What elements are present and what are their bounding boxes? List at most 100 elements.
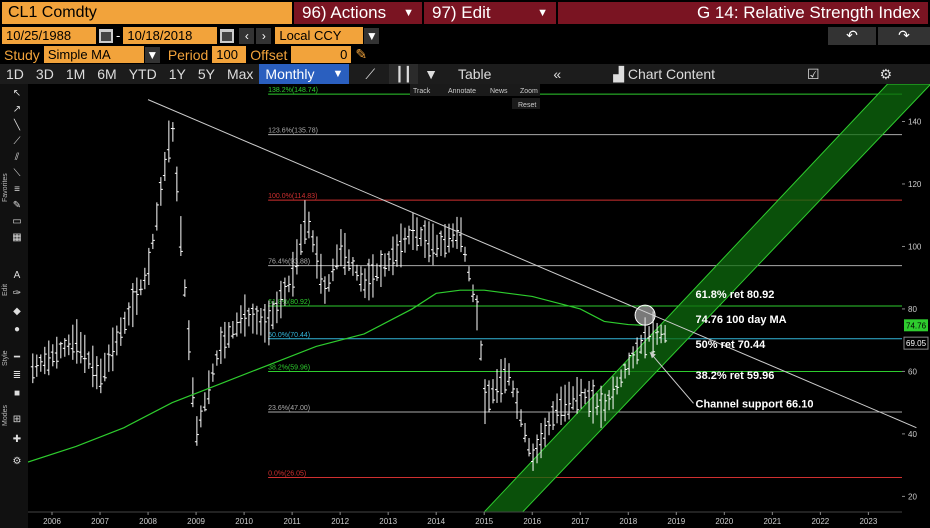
range-1y[interactable]: 1Y [163, 64, 192, 84]
menu-track[interactable]: Track [413, 88, 431, 95]
study-dropdown-icon[interactable]: ▼ [144, 46, 160, 63]
chart-content-button[interactable]: ▟ Chart Content [607, 64, 721, 84]
currency-dropdown-icon[interactable]: ▼ [364, 27, 380, 44]
x-tick-label: 2017 [571, 517, 589, 526]
fib-label: 76.4%(93.88) [268, 259, 310, 266]
menu-zoom[interactable]: Zoom [520, 88, 538, 95]
period-input[interactable]: 100 [212, 46, 247, 63]
line-tool-icon[interactable]: ╲ [11, 120, 23, 132]
trend-tool-icon[interactable]: ⟋ [11, 136, 23, 148]
actions-menu[interactable]: 96) Actions ▼ [294, 2, 422, 24]
range-ytd[interactable]: YTD [123, 64, 163, 84]
offset-input[interactable]: 0 [291, 46, 352, 63]
range-1m[interactable]: 1M [60, 64, 91, 84]
line-chart-icon[interactable]: ⟋ [359, 64, 381, 84]
style-line-icon[interactable]: ━ [11, 352, 23, 364]
x-tick-label: 2023 [859, 517, 877, 526]
grid-tool-icon[interactable]: ▦ [11, 232, 23, 244]
edit-label: 97) Edit [432, 3, 491, 22]
intersection-highlight [634, 304, 656, 326]
range-3d[interactable]: 3D [30, 64, 60, 84]
x-tick-label: 2018 [619, 517, 637, 526]
calendar-icon[interactable] [99, 28, 113, 43]
currency-select[interactable]: Local CCY [275, 27, 364, 44]
pen-tool-icon[interactable]: ✎ [11, 200, 23, 212]
ticker-field[interactable]: CL1 Comdty [2, 2, 292, 24]
chart-title: G 14: Relative Strength Index [696, 3, 920, 22]
undo-icon[interactable]: ↶ [828, 26, 876, 45]
chart-type-dropdown-icon[interactable]: ▼ [418, 64, 444, 84]
channel-tool-icon[interactable]: ⫽ [11, 152, 23, 164]
table-button[interactable]: Table [452, 64, 497, 84]
chart-content-icon: ▟ [613, 66, 628, 82]
pointer-icon[interactable]: ↖ [11, 88, 23, 100]
range-max[interactable]: Max [221, 64, 259, 84]
edit-menu[interactable]: 97) Edit ▼ [424, 2, 556, 24]
x-tick-label: 2019 [667, 517, 685, 526]
marker-tool-icon[interactable]: ◆ [11, 306, 23, 318]
end-date-input[interactable]: 10/18/2018 [123, 27, 218, 44]
note-tool-icon[interactable]: ✑ [11, 288, 23, 300]
fib-label: 23.6%(47.00) [268, 405, 310, 412]
menu-reset[interactable]: Reset [518, 102, 536, 109]
calendar-icon[interactable] [220, 28, 235, 43]
fib-label: 38.2%(59.96) [268, 365, 310, 372]
study-select[interactable]: Simple MA [43, 46, 144, 63]
fib-label: 138.2%(148.74) [268, 87, 318, 94]
start-date-input[interactable]: 10/25/1988 [2, 27, 96, 44]
x-tick-label: 2006 [43, 517, 61, 526]
range-5y[interactable]: 5Y [192, 64, 221, 84]
pencil-icon[interactable]: ✎ [355, 46, 367, 63]
collapse-icon[interactable]: « [547, 64, 567, 84]
text-tool-icon[interactable]: A [11, 270, 23, 282]
crosshair-icon[interactable]: ✚ [11, 434, 23, 446]
gear-icon[interactable]: ⚙ [11, 456, 23, 468]
x-tick-label: 2021 [763, 517, 781, 526]
frequency-dropdown-icon: ▼ [332, 68, 344, 80]
chart-toolbar: 1D 3D 1M 6M YTD 1Y 5Y Max Monthly ▼ ⟋ ┃┃ … [0, 64, 930, 84]
annotation-text: 50% ret 70.44 [696, 339, 767, 351]
prev-arrow-icon[interactable]: ‹ [239, 27, 255, 44]
x-tick-label: 2012 [331, 517, 349, 526]
menu-news[interactable]: News [490, 88, 508, 95]
frequency-select[interactable]: Monthly ▼ [259, 64, 350, 84]
bar-chart-icon[interactable]: ┃┃ [389, 64, 419, 84]
value-tag-label: 74.76 [906, 321, 927, 330]
price-chart[interactable]: 138.2%(148.74) 123.6%(135.78) 100.0%(114.8… [28, 84, 930, 528]
annotation-text: 38.2% ret 59.96 [696, 370, 775, 382]
settings-gear-icon[interactable]: ⚙ [874, 64, 899, 84]
offset-label: Offset [250, 46, 288, 63]
x-tick-label: 2011 [284, 517, 302, 526]
annotation-text: 61.8% ret 80.92 [696, 289, 775, 301]
arrow-icon[interactable]: ↗ [11, 104, 23, 116]
next-arrow-icon[interactable]: › [256, 27, 272, 44]
fib-label: 100.0%(114.83) [268, 193, 317, 200]
style-width-icon[interactable]: ≣ [11, 370, 23, 382]
x-tick-label: 2007 [91, 517, 109, 526]
range-6m[interactable]: 6M [91, 64, 122, 84]
y-tick-label: 120 [908, 180, 922, 189]
mode-icon[interactable]: ⊞ [11, 414, 23, 426]
y-tick-label: 100 [908, 242, 922, 251]
y-tick-label: 40 [908, 430, 917, 439]
x-tick-label: 2015 [475, 517, 493, 526]
style-color-icon[interactable]: ■ [11, 388, 23, 400]
redo-icon[interactable]: ↷ [878, 26, 930, 45]
edit-chart-icon[interactable]: ☑ [801, 64, 826, 84]
ray-tool-icon[interactable]: ⟍ [11, 168, 23, 180]
period-label: Period [167, 46, 209, 63]
frequency-label: Monthly [265, 66, 315, 82]
fib-label: 61.8%(80.92) [268, 299, 310, 306]
fib-tool-icon[interactable]: ≡ [11, 184, 23, 196]
shape-tool-icon[interactable]: ▭ [11, 216, 23, 228]
value-tag-label: 69.05 [906, 339, 927, 348]
fib-label: 123.6%(135.78) [268, 128, 318, 135]
x-tick-label: 2013 [379, 517, 397, 526]
circle-tool-icon[interactable]: ● [11, 324, 23, 336]
menu-annotate[interactable]: Annotate [448, 88, 476, 95]
x-tick-label: 2009 [187, 517, 205, 526]
range-1d[interactable]: 1D [0, 64, 30, 84]
y-tick-label: 140 [908, 117, 922, 126]
date-row: 10/25/1988 - 10/18/2018 ‹ › Local CCY ▼ … [0, 26, 930, 45]
fib-label: 50.0%(70.44) [268, 332, 310, 339]
